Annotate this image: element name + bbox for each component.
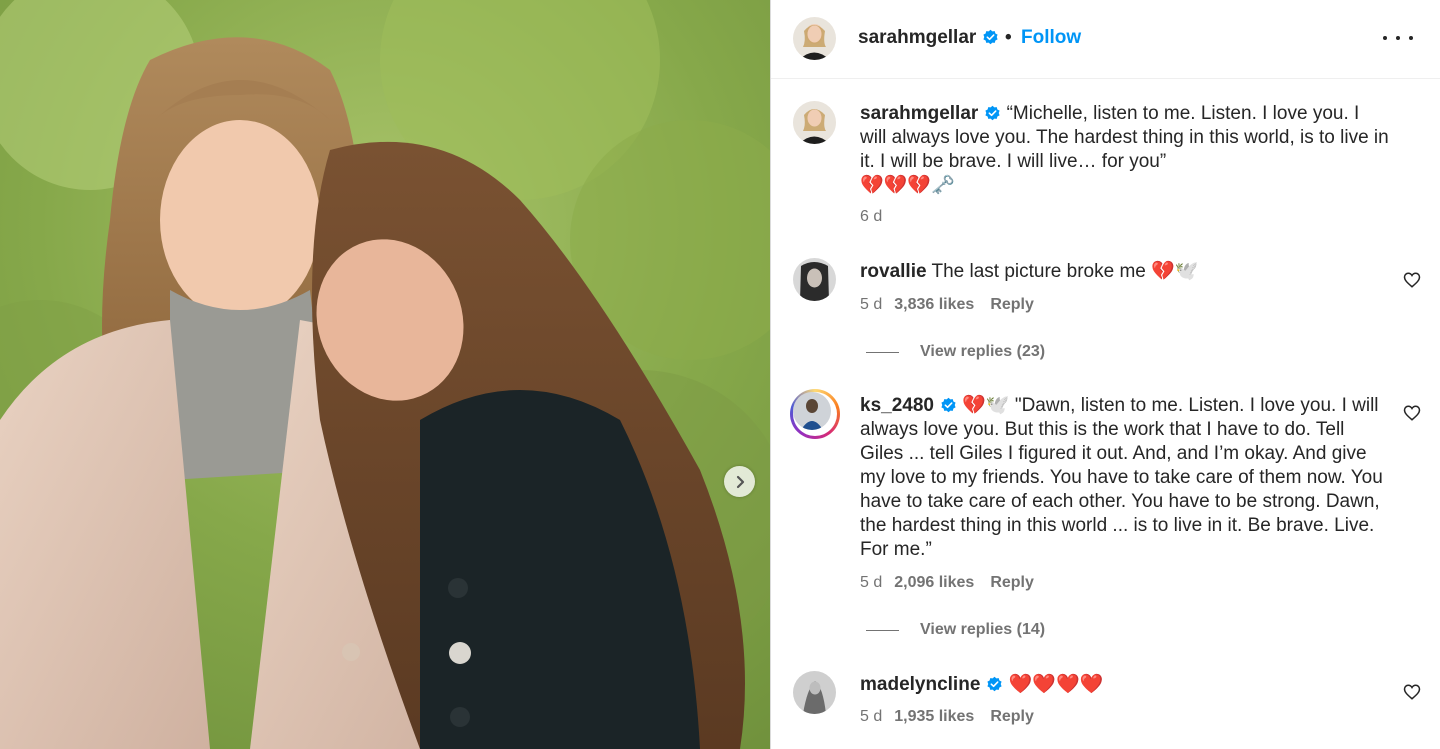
- post-header: sarahmgellar • Follow: [771, 0, 1440, 79]
- post-photo: [0, 0, 770, 749]
- comment-meta: 5 d 1,935 likes Reply: [860, 708, 1034, 726]
- verified-badge-icon: [985, 105, 1000, 121]
- like-heart-icon[interactable]: [1403, 404, 1421, 422]
- more-horizontal-icon: [1383, 36, 1387, 40]
- chevron-right-icon: [736, 475, 744, 488]
- comment-username[interactable]: madelyncline: [860, 674, 1003, 695]
- follow-button[interactable]: Follow: [1021, 27, 1081, 49]
- comment-username[interactable]: rovallie: [860, 261, 927, 282]
- comment-time: 5 d: [860, 296, 883, 313]
- caption-time: 6 d: [860, 208, 883, 225]
- comment-text-block: madelyncline ❤️❤️❤️❤️: [860, 673, 1390, 697]
- comment-text: ❤️❤️❤️❤️: [1008, 674, 1104, 695]
- comment-text: 💔🕊️ "Dawn, listen to me. Listen. I love …: [860, 395, 1383, 560]
- header-username[interactable]: sarahmgellar: [858, 27, 999, 49]
- comment-meta: 5 d 3,836 likes Reply: [860, 296, 1034, 314]
- comment-likes[interactable]: 3,836 likes: [894, 296, 974, 313]
- comment-time: 5 d: [860, 574, 883, 591]
- post-image[interactable]: [0, 0, 770, 749]
- caption-username[interactable]: sarahmgellar: [860, 103, 1001, 124]
- story-ring-avatar[interactable]: [790, 389, 840, 439]
- view-replies-button[interactable]: View replies (14): [866, 621, 1045, 639]
- reply-button[interactable]: Reply: [990, 708, 1034, 725]
- comment-likes[interactable]: 2,096 likes: [894, 574, 974, 591]
- caption-text-block: sarahmgellar “Michelle, listen to me. Li…: [860, 102, 1390, 198]
- caption-emoji: 💔💔💔🗝️: [860, 175, 955, 196]
- more-options-button[interactable]: [1383, 28, 1413, 48]
- avatar[interactable]: [793, 17, 836, 60]
- like-heart-icon[interactable]: [1403, 683, 1421, 701]
- comments-panel: sarahmgellar • Follow sarahmgellar “Mich…: [771, 0, 1440, 749]
- reply-button[interactable]: Reply: [990, 574, 1034, 591]
- comment-meta: 5 d 2,096 likes Reply: [860, 574, 1034, 592]
- comment-text: The last picture broke me 💔🕊️: [931, 261, 1199, 282]
- carousel-next-button[interactable]: [724, 466, 755, 497]
- verified-badge-icon: [987, 676, 1002, 692]
- view-replies-button[interactable]: View replies (23): [866, 343, 1045, 361]
- avatar: [793, 392, 831, 430]
- comment-username[interactable]: ks_2480: [860, 395, 957, 416]
- reply-button[interactable]: Reply: [990, 296, 1034, 313]
- avatar[interactable]: [793, 671, 836, 714]
- comment-text-block: rovallie The last picture broke me 💔🕊️: [860, 260, 1390, 284]
- header-separator: •: [1005, 27, 1012, 48]
- like-heart-icon[interactable]: [1403, 271, 1421, 289]
- comment-time: 5 d: [860, 708, 883, 725]
- comment-likes[interactable]: 1,935 likes: [894, 708, 974, 725]
- verified-badge-icon: [983, 29, 998, 45]
- verified-badge-icon: [941, 397, 956, 413]
- avatar[interactable]: [793, 258, 836, 301]
- comment-text-block: ks_2480 💔🕊️ "Dawn, listen to me. Listen.…: [860, 394, 1390, 562]
- avatar[interactable]: [793, 101, 836, 144]
